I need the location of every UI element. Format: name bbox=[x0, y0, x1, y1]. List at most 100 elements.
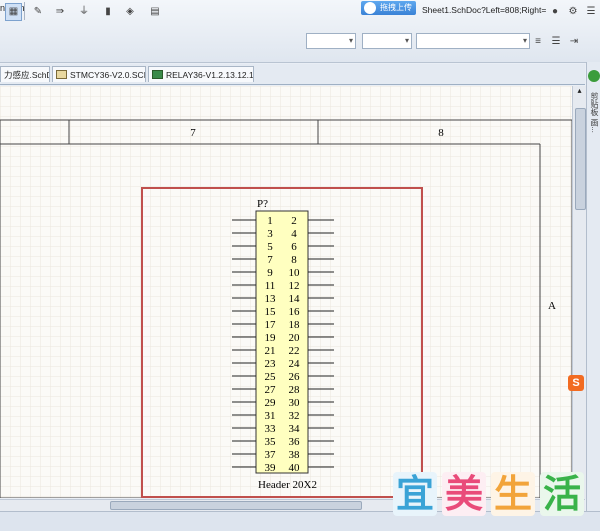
cloud-icon bbox=[364, 2, 376, 14]
pin-number-left: 3 bbox=[267, 228, 273, 240]
pin-number-right: 20 bbox=[289, 332, 301, 344]
settings-button[interactable]: ⚙ bbox=[565, 3, 581, 21]
wire-icon: ✎ bbox=[33, 6, 43, 17]
pin-number-left: 37 bbox=[265, 449, 277, 461]
tab-stmcy36[interactable]: STMCY36-V2.0.SCHDOC bbox=[52, 66, 146, 82]
horizontal-scroll-thumb[interactable] bbox=[110, 501, 362, 510]
select-tool-button[interactable]: ▦ bbox=[5, 3, 22, 21]
upload-button[interactable]: 拖拽上传 bbox=[361, 1, 416, 15]
column-label-8: 8 bbox=[438, 127, 444, 139]
pin-number-left: 39 bbox=[265, 462, 277, 474]
pin-number-right: 16 bbox=[289, 306, 301, 318]
gear-icon: ⚙ bbox=[568, 6, 578, 17]
pin-number-left: 35 bbox=[265, 436, 277, 448]
pin-number-left: 9 bbox=[267, 267, 273, 279]
pin-number-left: 7 bbox=[267, 254, 273, 266]
tab-force-sensor[interactable]: 力感应.SchDoc bbox=[0, 66, 50, 82]
pin-number-right: 10 bbox=[289, 267, 301, 279]
circle-arrow-icon: ● bbox=[551, 6, 559, 17]
indent-icon: ⇥ bbox=[569, 36, 579, 47]
pcb-doc-icon bbox=[152, 70, 163, 79]
bus-icon: ⇛ bbox=[55, 6, 65, 17]
schematic-canvas[interactable]: 7 8 A P? Header 20X2 1 3 5 7 9 11 13 15 17 19 21 23… bbox=[0, 86, 572, 498]
tab-label: STMCY36-V2.0.SCHDOC bbox=[70, 70, 145, 80]
tab-relay36-pcb[interactable]: RELAY36-V1.2.13.12.13.PCB bbox=[148, 66, 254, 82]
sheet-icon: ▤ bbox=[150, 6, 160, 17]
pin-number-left: 13 bbox=[265, 293, 277, 305]
ground-icon: ⏚ bbox=[79, 6, 89, 17]
pin-number-left: 17 bbox=[265, 319, 277, 331]
pin-number-right: 2 bbox=[291, 215, 297, 227]
row-label-a: A bbox=[548, 300, 556, 312]
clipboard-panel-tab[interactable]: 剪贴板 画... bbox=[589, 92, 600, 133]
tab-label: RELAY36-V1.2.13.12.13.PCB bbox=[166, 70, 254, 80]
align-icon: ≡ bbox=[535, 36, 541, 47]
pin-number-right: 8 bbox=[291, 254, 297, 266]
pin-number-left: 11 bbox=[265, 280, 276, 292]
vertical-scroll-thumb[interactable] bbox=[575, 108, 586, 210]
bus-tool-button[interactable]: ⇛ bbox=[50, 3, 70, 21]
hamburger-icon: ☰ bbox=[586, 6, 596, 17]
ground-tool-button[interactable]: ⏚ bbox=[74, 3, 94, 21]
right-dock-panel: 剪贴板 画... bbox=[586, 62, 600, 511]
pin-number-right: 14 bbox=[289, 293, 301, 305]
pin-number-left: 27 bbox=[265, 384, 277, 396]
input-method-s-icon[interactable]: S bbox=[568, 375, 584, 391]
pin-number-left: 5 bbox=[267, 241, 273, 253]
justify-button[interactable]: ☰ bbox=[548, 33, 564, 51]
logo-char: 生 bbox=[491, 472, 535, 516]
grid-icon: ▦ bbox=[8, 6, 19, 17]
style-combo[interactable] bbox=[416, 33, 530, 49]
pin-number-right: 24 bbox=[289, 358, 301, 370]
address-text: Sheet1.SchDoc?Left=808;Right= bbox=[422, 5, 547, 15]
column-label-7: 7 bbox=[190, 127, 196, 139]
logo-char: 活 bbox=[540, 472, 584, 516]
schematic-svg: 7 8 A P? Header 20X2 1357911131517192123… bbox=[0, 86, 572, 498]
pin-number-left: 21 bbox=[265, 345, 276, 357]
pin-number-left: 23 bbox=[265, 358, 277, 370]
power-port-icon: ▮ bbox=[105, 6, 111, 17]
power-tool-button[interactable]: ▮ bbox=[100, 3, 116, 21]
scroll-up-arrow-icon[interactable]: ▴ bbox=[574, 86, 585, 97]
sheet-tool-button[interactable]: ▤ bbox=[145, 3, 165, 21]
pin-number-right: 32 bbox=[289, 410, 300, 422]
comment-label: Header 20X2 bbox=[258, 479, 317, 491]
pin-number-right: 4 bbox=[291, 228, 297, 240]
vertical-scrollbar[interactable]: ▴ ▾ bbox=[572, 86, 586, 499]
wire-tool-button[interactable]: ✎ bbox=[28, 3, 48, 21]
pin-number-left: 33 bbox=[265, 423, 277, 435]
schematic-doc-icon bbox=[56, 70, 67, 79]
status-dot-icon bbox=[588, 70, 600, 82]
menu-button[interactable]: ☰ bbox=[583, 3, 599, 21]
pin-number-left: 25 bbox=[265, 371, 277, 383]
justify-icon: ☰ bbox=[551, 36, 561, 47]
pin-number-right: 36 bbox=[289, 436, 301, 448]
pin-number-right: 28 bbox=[289, 384, 301, 396]
pin-number-right: 26 bbox=[289, 371, 301, 383]
font-combo[interactable] bbox=[306, 33, 356, 49]
tab-label: 力感应.SchDoc bbox=[4, 70, 49, 80]
document-tab-bar: 力感应.SchDoc STMCY36-V2.0.SCHDOC RELAY36-V… bbox=[0, 64, 585, 85]
pin-number-left: 15 bbox=[265, 306, 277, 318]
indent-button[interactable]: ⇥ bbox=[566, 33, 582, 51]
pin-number-left: 31 bbox=[265, 410, 276, 422]
logo-char: 宜 bbox=[393, 472, 437, 516]
upload-label: 拖拽上传 bbox=[380, 3, 412, 12]
pin-number-right: 34 bbox=[289, 423, 301, 435]
toolbar-separator bbox=[24, 2, 25, 20]
watermark-logo: 宜 美 生 活 bbox=[391, 470, 587, 520]
pin-number-right: 30 bbox=[289, 397, 301, 409]
part-tool-button[interactable]: ◈ bbox=[120, 3, 140, 21]
pin-number-right: 22 bbox=[289, 345, 300, 357]
forward-button[interactable]: ● bbox=[547, 3, 563, 21]
pin-number-right: 12 bbox=[289, 280, 300, 292]
pin-number-right: 38 bbox=[289, 449, 301, 461]
pin-number-left: 29 bbox=[265, 397, 277, 409]
pin-number-left: 19 bbox=[265, 332, 277, 344]
size-combo[interactable] bbox=[362, 33, 412, 49]
pin-number-left: 1 bbox=[267, 215, 273, 227]
designator-label: P? bbox=[257, 198, 268, 210]
pin-number-right: 6 bbox=[291, 241, 297, 253]
top-toolbar: ned in ▦ ✎ ⇛ ⏚ ▮ ◈ ▤ 拖拽上传 Sheet1.SchDoc?… bbox=[0, 0, 600, 63]
align-button[interactable]: ≡ bbox=[530, 33, 546, 51]
